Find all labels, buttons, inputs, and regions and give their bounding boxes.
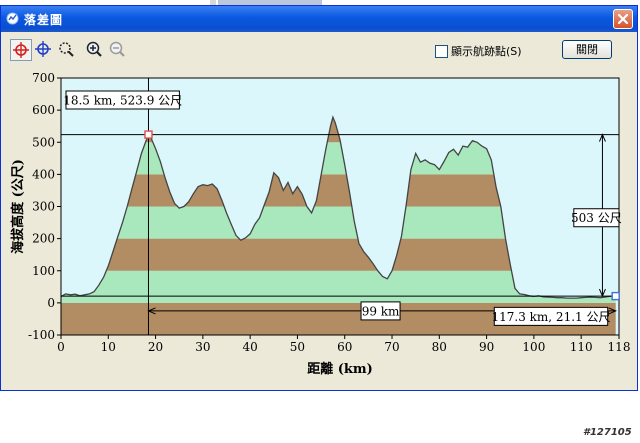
x-tick-label: 40: [243, 340, 258, 354]
zoom-select-icon: [59, 42, 74, 57]
x-tick-label: 70: [384, 340, 399, 354]
elevation-chart[interactable]: -10001002003004005006007000 10 20 30 40 50 60 7…: [8, 73, 630, 379]
y-tick-label: 0: [47, 296, 55, 310]
close-button[interactable]: 關閉: [562, 40, 612, 59]
y-tick-label: 700: [32, 73, 55, 85]
show-waypoints-label: 顯示航跡點(S): [451, 45, 522, 58]
y-tick-label: 300: [32, 200, 55, 214]
y-axis-label: 海拔高度 (公尺): [10, 159, 26, 254]
crosshair-red-tool-button[interactable]: [10, 39, 32, 61]
y-tick-label: 400: [32, 167, 55, 181]
x-tick-label: 20: [148, 340, 163, 354]
close-icon: [617, 13, 629, 25]
x-tick-label: 60: [337, 340, 352, 354]
y-tick-label: 600: [32, 103, 55, 117]
x-tick-label: 100: [522, 340, 545, 354]
y-tick-label: 500: [32, 135, 55, 149]
y-tick-label: -100: [28, 328, 55, 342]
x-tick-label: 0: [57, 340, 65, 354]
crosshair-red-icon: [13, 42, 29, 58]
start-point-label: 18.5 km, 523.9 公尺: [63, 94, 182, 108]
x-tick-label: 118: [608, 340, 630, 354]
zoom-select-tool-button[interactable]: [56, 39, 78, 61]
x-tick-label: 50: [290, 340, 305, 354]
distance-label: 99 km: [362, 304, 400, 318]
crosshair-blue-icon: [35, 41, 51, 57]
x-tick-label: 30: [195, 340, 210, 354]
crosshair-blue-tool-button[interactable]: [33, 39, 55, 61]
end-point-marker: [611, 291, 620, 301]
zoom-out-tool-button[interactable]: [107, 39, 129, 61]
close-window-button[interactable]: [613, 9, 633, 29]
toolbar: 顯示航跡點(S) 關閉: [1, 32, 637, 64]
image-id-watermark: #127105: [583, 427, 632, 438]
y-tick-label: 100: [32, 264, 55, 278]
window-title: 落差圖: [24, 13, 64, 27]
y-tick-label: 200: [32, 232, 55, 246]
app-icon: [6, 12, 19, 25]
title-bar[interactable]: 落差圖: [1, 6, 637, 32]
x-tick-label: 10: [101, 340, 116, 354]
start-point-marker: [144, 130, 153, 139]
checkbox-box[interactable]: [435, 44, 448, 58]
elevation-diff-label: 503 公尺: [571, 211, 622, 225]
zoom-in-icon: [86, 41, 102, 57]
x-tick-label: 90: [479, 340, 494, 354]
x-tick-label: 80: [432, 340, 447, 354]
show-waypoints-checkbox[interactable]: 顯示航跡點(S): [435, 43, 522, 59]
x-tick-label: 110: [570, 340, 593, 354]
end-point-label: 117.3 km, 21.1 公尺: [491, 310, 610, 324]
zoom-out-icon: [109, 41, 125, 57]
x-axis-label: 距離 (km): [307, 361, 373, 377]
zoom-in-tool-button[interactable]: [84, 39, 106, 61]
